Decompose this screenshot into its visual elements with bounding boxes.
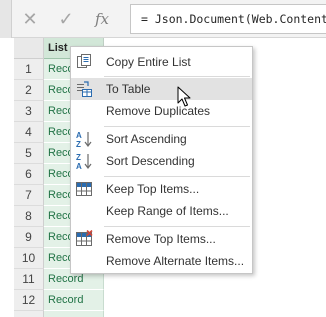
row-number[interactable]: 6: [14, 164, 44, 185]
context-menu: Copy Entire List To Table Remove Duplica…: [70, 46, 253, 274]
menu-item-sort-descending[interactable]: Z A Sort Descending: [71, 150, 252, 172]
enter-icon[interactable]: ✓: [48, 0, 84, 38]
menu-item-remove-top-items[interactable]: Remove Top Items...: [71, 228, 252, 250]
record-cell[interactable]: Record: [44, 290, 104, 311]
formula-input[interactable]: = Json.Document(Web.Contents: [130, 4, 326, 34]
svg-text:Z: Z: [76, 140, 81, 148]
row-number[interactable]: 1: [14, 59, 44, 80]
row-number[interactable]: 2: [14, 80, 44, 101]
grid-row-partial: [14, 311, 105, 317]
cancel-icon[interactable]: ✕: [12, 0, 48, 38]
menu-label-to-table: To Table: [106, 82, 151, 96]
menu-item-remove-duplicates[interactable]: Remove Duplicates: [71, 100, 252, 122]
remove-top-items-icon: [75, 229, 93, 248]
keep-top-items-icon: [75, 180, 93, 198]
svg-text:A: A: [76, 131, 82, 140]
row-number[interactable]: 12: [14, 290, 44, 311]
menu-separator: [104, 126, 250, 127]
formula-bar-buttons: ✕ ✓ fx: [12, 0, 130, 38]
row-number[interactable]: 5: [14, 143, 44, 164]
menu-item-keep-range-of-items[interactable]: Keep Range of Items...: [71, 200, 252, 222]
to-table-icon: [75, 80, 93, 98]
menu-item-to-table[interactable]: To Table: [71, 78, 252, 100]
left-gutter: [0, 38, 14, 317]
row-number[interactable]: 4: [14, 122, 44, 143]
svg-text:A: A: [76, 162, 82, 170]
menu-label-remove-top-items: Remove Top Items...: [106, 232, 216, 246]
row-number[interactable]: 3: [14, 101, 44, 122]
select-all-corner[interactable]: [14, 38, 44, 59]
menu-label-copy-entire-list: Copy Entire List: [106, 55, 191, 69]
menu-label-keep-range-of-items: Keep Range of Items...: [106, 204, 229, 218]
row-number[interactable]: 8: [14, 206, 44, 227]
sort-ascending-icon: A Z: [75, 130, 93, 149]
row-number[interactable]: 7: [14, 185, 44, 206]
row-number[interactable]: 10: [14, 248, 44, 269]
menu-separator: [104, 76, 250, 77]
menu-separator: [104, 226, 250, 227]
cell-partial: [44, 311, 104, 317]
mouse-pointer-icon: [177, 86, 193, 108]
copy-list-icon: [75, 53, 93, 71]
formula-bar: ✕ ✓ fx = Json.Document(Web.Contents: [0, 0, 326, 38]
menu-item-remove-alternate-items[interactable]: Remove Alternate Items...: [71, 250, 252, 272]
svg-text:Z: Z: [76, 153, 81, 162]
menu-item-copy-entire-list[interactable]: Copy Entire List: [71, 51, 252, 73]
insert-function-icon[interactable]: fx: [84, 0, 120, 38]
formula-bar-left-edge: [0, 0, 12, 38]
menu-label-remove-duplicates: Remove Duplicates: [106, 104, 211, 118]
menu-item-sort-ascending[interactable]: A Z Sort Ascending: [71, 128, 252, 150]
menu-label-sort-ascending: Sort Ascending: [106, 132, 187, 146]
row-number[interactable]: 9: [14, 227, 44, 248]
menu-label-remove-alternate-items: Remove Alternate Items...: [106, 254, 245, 268]
row-number[interactable]: 11: [14, 269, 44, 290]
sort-descending-icon: Z A: [75, 152, 93, 171]
table-row: 12 Record: [14, 290, 105, 311]
menu-label-keep-top-items: Keep Top Items...: [106, 182, 200, 196]
menu-label-sort-descending: Sort Descending: [106, 154, 195, 168]
row-number-partial: [14, 311, 44, 317]
menu-separator: [104, 176, 250, 177]
menu-item-keep-top-items[interactable]: Keep Top Items...: [71, 178, 252, 200]
